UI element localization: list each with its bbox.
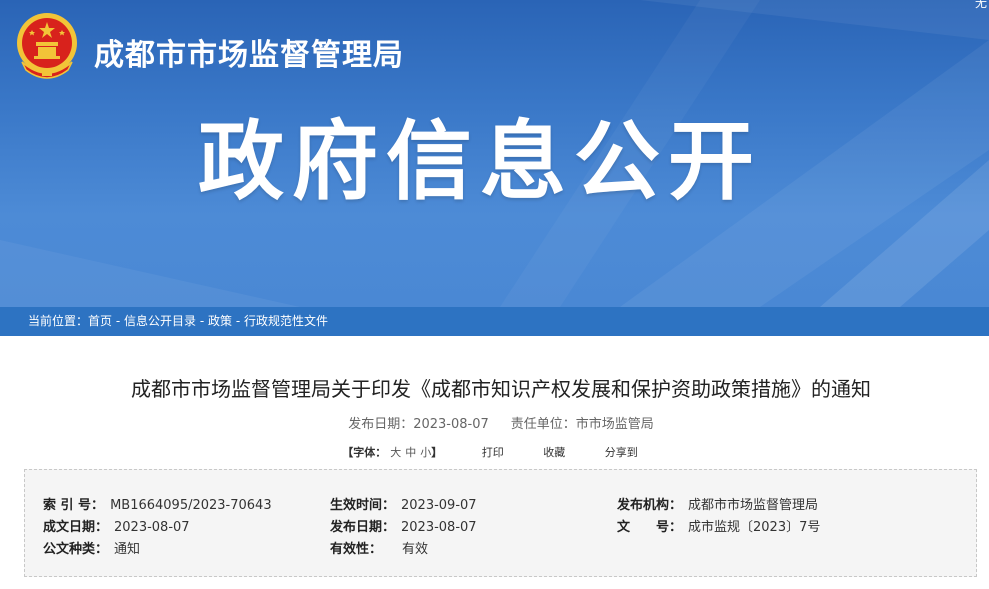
breadcrumb-link-normative-docs[interactable]: 行政规范性文件 (244, 314, 328, 328)
dept-value: 市市场监管局 (575, 417, 654, 432)
publish-date-value: 2023-08-07 (413, 417, 489, 432)
info-index: 索 引 号： MB1664095/2023-70643 (43, 494, 272, 513)
breadcrumb-link-policy[interactable]: 政策 (208, 314, 232, 328)
info-created-label: 成文日期： (43, 520, 109, 535)
info-type-label: 公文种类： (43, 542, 109, 557)
article-tools: 【字体：大中小】 打印 收藏 分享到 (0, 444, 980, 460)
info-type: 公文种类： 通知 (43, 538, 140, 557)
breadcrumb-separator: - (112, 314, 124, 328)
national-emblem-icon (14, 10, 80, 80)
info-issuer-value: 成都市市场监督管理局 (688, 498, 819, 513)
info-effective: 生效时间： 2023-09-07 (330, 494, 477, 513)
info-index-value: MB1664095/2023-70643 (110, 498, 272, 513)
info-published-value: 2023-08-07 (401, 520, 477, 535)
info-issuer-label: 发布机构： (617, 498, 683, 513)
info-effective-value: 2023-09-07 (401, 498, 477, 513)
info-effective-label: 生效时间： (330, 498, 396, 513)
info-published: 发布日期： 2023-08-07 (330, 516, 477, 535)
article-meta: 发布日期：2023-08-07 责任单位：市市场监管局 (0, 413, 989, 432)
share-button[interactable]: 分享到 (605, 446, 638, 459)
font-size-medium-button[interactable]: 中 (405, 446, 416, 459)
info-created: 成文日期： 2023-08-07 (43, 516, 190, 535)
breadcrumb-link-catalog[interactable]: 信息公开目录 (124, 314, 196, 328)
document-info-box: 索 引 号： MB1664095/2023-70643 生效时间： 2023-09-… (24, 469, 977, 577)
info-index-label: 索 引 号： (43, 498, 105, 513)
font-size-close: 】 (431, 446, 443, 459)
font-size-label: 【字体： (342, 446, 387, 459)
header-banner: 成都市市场监督管理局 政府信息公开 无 (0, 0, 989, 307)
breadcrumb-prefix: 当前位置： (28, 314, 89, 328)
article-title: 成都市市场监督管理局关于印发《成都市知识产权发展和保护资助政策措施》的通知 (131, 377, 871, 401)
info-validity: 有效性： 有效 (330, 538, 428, 557)
breadcrumb-separator: - (232, 314, 244, 328)
info-docno-value: 成市监规〔2023〕7号 (688, 520, 821, 535)
corner-text[interactable]: 无 (975, 0, 987, 11)
favorite-button[interactable]: 收藏 (543, 446, 565, 459)
info-docno: 文 号： 成市监规〔2023〕7号 (617, 516, 820, 535)
font-size-large-button[interactable]: 大 (390, 446, 401, 459)
info-type-value: 通知 (114, 542, 141, 557)
info-created-value: 2023-08-07 (114, 520, 190, 535)
site-title[interactable]: 成都市市场监督管理局 (94, 30, 404, 74)
info-docno-label: 文 号： (617, 520, 683, 535)
info-published-label: 发布日期： (330, 520, 396, 535)
publish-date-label: 发布日期： (348, 417, 414, 432)
banner-title: 政府信息公开 (198, 112, 762, 212)
dept-label: 责任单位： (510, 417, 576, 432)
info-issuer: 发布机构： 成都市市场监督管理局 (617, 494, 818, 513)
print-button[interactable]: 打印 (482, 446, 504, 459)
info-validity-label: 有效性： (330, 542, 383, 557)
breadcrumb-separator: - (196, 314, 208, 328)
breadcrumb: 当前位置：首页 - 信息公开目录 - 政策 - 行政规范性文件 (0, 307, 989, 336)
info-validity-value: 有效 (402, 542, 429, 557)
breadcrumb-link-home[interactable]: 首页 (88, 314, 112, 328)
font-size-small-button[interactable]: 小 (420, 446, 431, 459)
